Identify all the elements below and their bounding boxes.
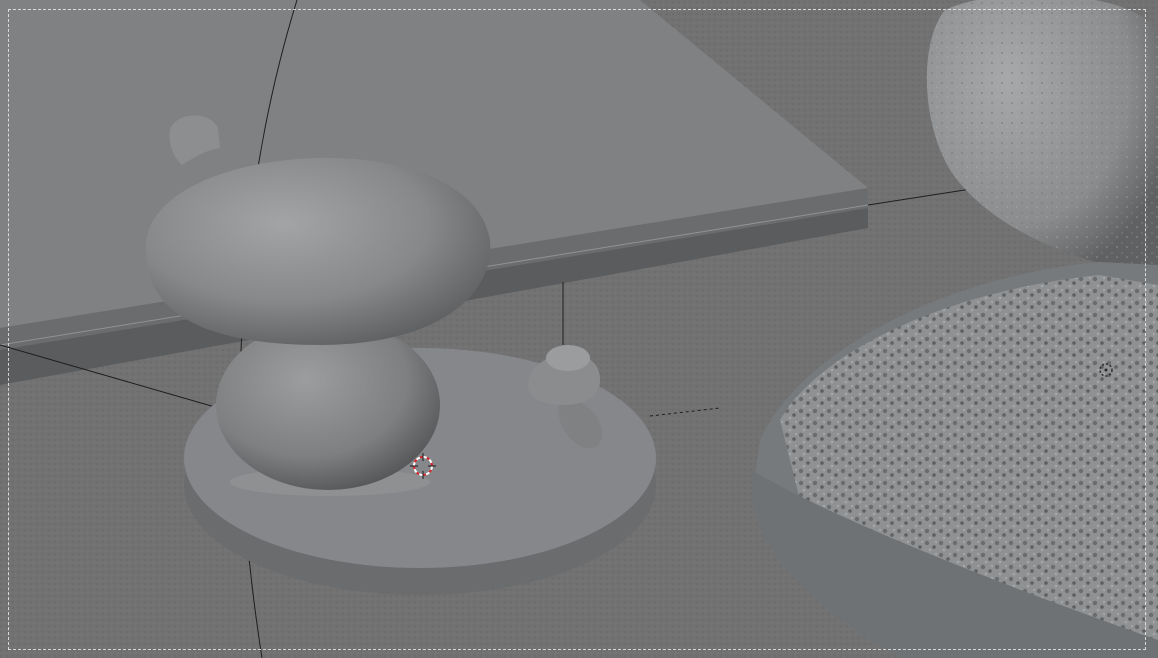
3d-cursor-icon[interactable] — [410, 453, 436, 479]
3d-viewport[interactable] — [0, 0, 1158, 658]
viewport-scene[interactable] — [0, 0, 1158, 658]
object-origin-icon[interactable] — [1097, 361, 1115, 379]
